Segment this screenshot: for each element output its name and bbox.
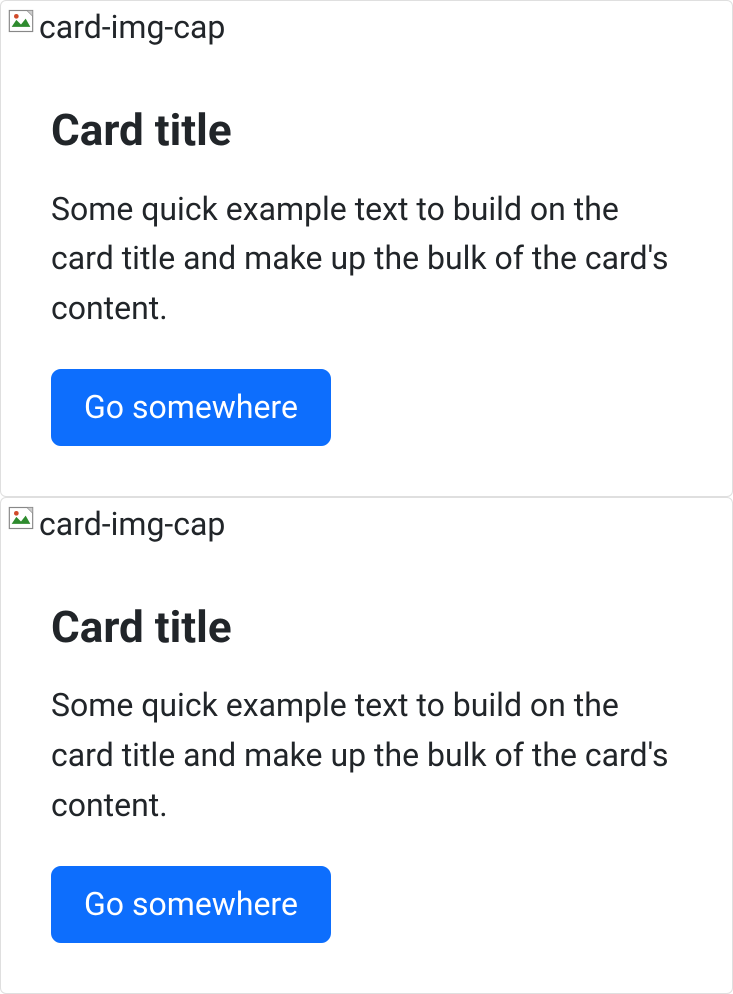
card-body: Card title Some quick example text to bu… — [1, 551, 732, 993]
broken-image-icon — [5, 502, 37, 534]
card: card-img-cap Card title Some quick examp… — [0, 497, 733, 994]
card-image-broken: card-img-cap — [1, 498, 732, 551]
card-title: Card title — [51, 601, 682, 654]
card-body: Card title Some quick example text to bu… — [1, 54, 732, 496]
card-text: Some quick example text to build on the … — [51, 185, 682, 334]
card-image-alt-text: card-img-cap — [39, 502, 225, 547]
go-somewhere-button[interactable]: Go somewhere — [51, 369, 331, 445]
card-text: Some quick example text to build on the … — [51, 681, 682, 830]
card-image-broken: card-img-cap — [1, 1, 732, 54]
card-image-alt-text: card-img-cap — [39, 5, 225, 50]
card-title: Card title — [51, 104, 682, 157]
broken-image-icon — [5, 5, 37, 37]
go-somewhere-button[interactable]: Go somewhere — [51, 866, 331, 942]
card: card-img-cap Card title Some quick examp… — [0, 0, 733, 497]
